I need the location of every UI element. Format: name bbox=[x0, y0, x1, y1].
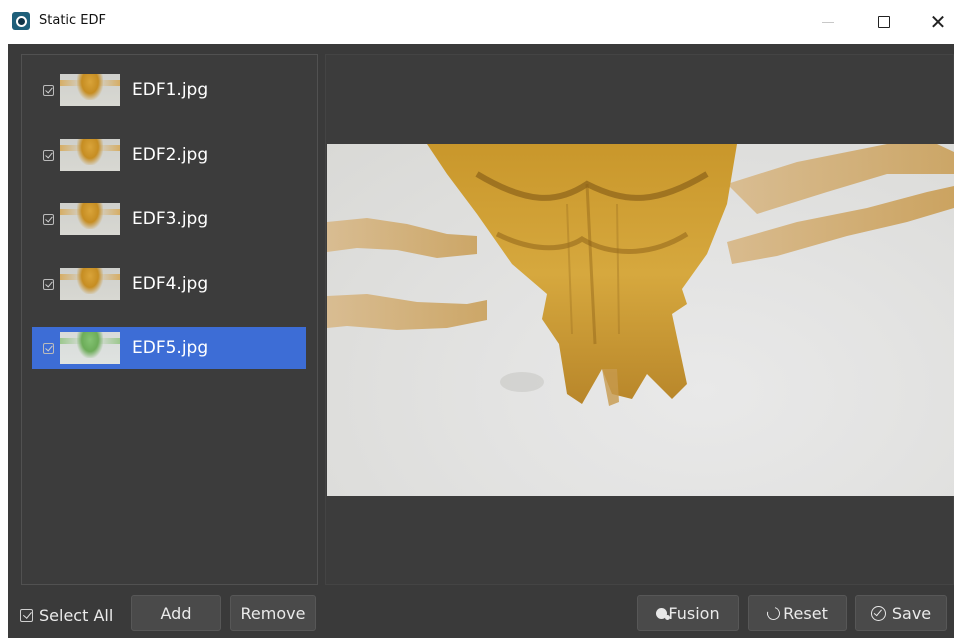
reset-icon bbox=[764, 604, 783, 622]
file-list-item[interactable]: EDF2.jpg bbox=[32, 134, 306, 176]
specimen-image bbox=[327, 144, 954, 406]
app-icon bbox=[12, 12, 30, 30]
file-list-item[interactable]: EDF4.jpg bbox=[32, 263, 306, 305]
file-list-item-selected[interactable]: EDF5.jpg bbox=[32, 327, 306, 369]
file-name: EDF5.jpg bbox=[132, 338, 209, 358]
add-button[interactable]: Add bbox=[131, 595, 221, 631]
file-checkbox[interactable] bbox=[43, 342, 54, 354]
reset-label: Reset bbox=[783, 603, 828, 623]
image-preview-panel bbox=[325, 54, 954, 585]
save-button[interactable]: Save bbox=[855, 595, 947, 631]
file-checkbox[interactable] bbox=[43, 213, 54, 225]
preview-image bbox=[327, 144, 954, 496]
file-checkbox[interactable] bbox=[43, 149, 54, 161]
close-icon: ✕ bbox=[929, 10, 947, 34]
save-icon bbox=[870, 605, 886, 621]
select-all-label: Select All bbox=[39, 605, 114, 625]
file-name: EDF1.jpg bbox=[132, 80, 209, 100]
remove-label: Remove bbox=[240, 603, 306, 623]
fusion-icon bbox=[656, 607, 671, 620]
reset-button[interactable]: Reset bbox=[748, 595, 847, 631]
title-bar: Static EDF ✕ bbox=[0, 0, 954, 44]
main-area: EDF1.jpg EDF2.jpg EDF3.jpg EDF4.jpg EDF5… bbox=[8, 44, 954, 638]
fusion-label: Fusion bbox=[668, 603, 720, 623]
file-list[interactable]: EDF1.jpg EDF2.jpg EDF3.jpg EDF4.jpg EDF5… bbox=[21, 54, 318, 585]
minimize-icon bbox=[822, 21, 834, 23]
file-thumbnail bbox=[60, 139, 120, 171]
file-thumbnail bbox=[60, 203, 120, 235]
file-thumbnail bbox=[60, 74, 120, 106]
fusion-button[interactable]: Fusion bbox=[637, 595, 739, 631]
file-list-item[interactable]: EDF3.jpg bbox=[32, 198, 306, 240]
add-label: Add bbox=[160, 603, 192, 623]
select-all-checkbox[interactable]: Select All bbox=[20, 602, 113, 628]
file-name: EDF4.jpg bbox=[132, 274, 209, 294]
file-list-item[interactable]: EDF1.jpg bbox=[32, 69, 306, 111]
window-title: Static EDF bbox=[39, 13, 107, 28]
file-name: EDF3.jpg bbox=[132, 209, 209, 229]
maximize-icon bbox=[878, 16, 890, 28]
maximize-button[interactable] bbox=[864, 6, 904, 38]
file-checkbox[interactable] bbox=[43, 278, 54, 290]
file-thumbnail bbox=[60, 268, 120, 300]
file-checkbox[interactable] bbox=[43, 84, 54, 96]
file-thumbnail bbox=[60, 332, 120, 364]
minimize-button[interactable] bbox=[808, 6, 848, 38]
checkbox-icon bbox=[20, 608, 33, 622]
save-label: Save bbox=[891, 603, 932, 623]
remove-button[interactable]: Remove bbox=[230, 595, 316, 631]
file-name: EDF2.jpg bbox=[132, 145, 209, 165]
close-button[interactable]: ✕ bbox=[918, 6, 954, 38]
